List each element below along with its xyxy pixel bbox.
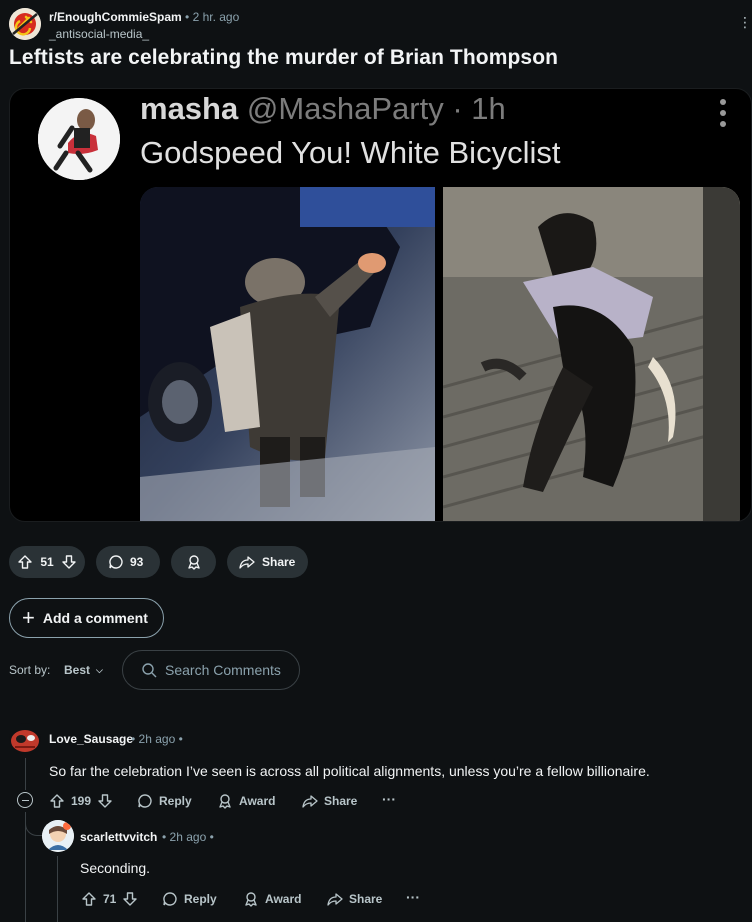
thread-elbow <box>25 812 43 836</box>
reply-label: Reply <box>159 794 192 808</box>
comment-icon <box>163 892 177 906</box>
upvote-icon[interactable] <box>49 793 65 809</box>
tweet-name: masha <box>140 91 239 126</box>
search-icon <box>142 663 157 678</box>
comments-button[interactable]: 93 <box>96 546 160 578</box>
thread-line[interactable] <box>57 856 58 922</box>
share-button[interactable]: Share <box>327 891 382 907</box>
comment-author[interactable]: scarlettvvitch <box>80 830 157 844</box>
tweet-text: Godspeed You! White Bicyclist <box>140 135 561 170</box>
vote-count: 51 <box>40 555 54 569</box>
more-options-icon[interactable]: ··· <box>382 791 396 807</box>
comment-vote-count: 199 <box>71 794 92 808</box>
downvote-icon[interactable] <box>97 793 113 809</box>
post-author[interactable]: _antisocial-media_ <box>49 27 149 41</box>
comment-body: So far the celebration I’ve seen is acro… <box>49 763 650 779</box>
avatar[interactable] <box>9 723 41 755</box>
thread-line[interactable] <box>25 758 26 790</box>
share-label: Share <box>349 892 383 906</box>
award-button[interactable]: Award <box>243 891 301 907</box>
more-options-icon[interactable]: ··· <box>406 889 420 905</box>
chevron-down-icon: ⌵ <box>96 664 103 675</box>
upvote-icon[interactable] <box>81 891 97 907</box>
downvote-icon[interactable] <box>61 554 77 570</box>
post-time: 2 hr. ago <box>192 10 240 24</box>
award-icon <box>245 892 257 907</box>
comment-icon <box>138 794 152 808</box>
collapse-thread-button[interactable] <box>17 792 33 808</box>
overflow-menu-icon[interactable]: ⋮ <box>738 14 752 31</box>
share-button[interactable]: Share <box>302 793 357 809</box>
tweet-avatar <box>38 98 120 180</box>
comment-meta: • 2h ago • <box>162 830 214 844</box>
add-comment-label: Add a comment <box>42 610 148 626</box>
share-icon <box>239 556 255 569</box>
post-meta: r/EnoughCommieSpam • 2 hr. ago <box>49 10 240 24</box>
comment-meta: • 2h ago • <box>131 732 183 746</box>
add-comment-button[interactable]: + Add a comment <box>9 598 164 638</box>
post-title[interactable]: Leftists are celebrating the murder of B… <box>9 46 558 70</box>
share-icon <box>302 795 318 808</box>
surveillance-photo-right <box>443 187 740 521</box>
reply-button[interactable]: Reply <box>162 891 217 907</box>
sort-dropdown[interactable]: Best ⌵ <box>64 663 103 677</box>
award-button[interactable] <box>171 546 216 578</box>
comment-body: Seconding. <box>80 860 151 876</box>
tweet-handle: @MashaParty · 1h <box>246 91 506 126</box>
avatar[interactable] <box>42 820 74 852</box>
comment-author[interactable]: Love_Sausage <box>49 732 133 746</box>
tweet-more-icon <box>716 99 730 132</box>
subreddit-avatar[interactable] <box>9 8 41 40</box>
reply-button[interactable]: Reply <box>137 793 192 809</box>
comment-count: 93 <box>130 555 144 569</box>
share-label: Share <box>262 555 296 569</box>
plus-icon: + <box>22 605 35 630</box>
tweet-user: masha @MashaParty · 1h <box>140 91 506 127</box>
comment-icon <box>109 555 123 569</box>
surveillance-photo-left <box>140 187 435 521</box>
upvote-icon[interactable] <box>17 554 33 570</box>
search-placeholder: Search Comments <box>165 662 281 678</box>
share-label: Share <box>324 794 358 808</box>
sort-label: Sort by: <box>9 663 51 677</box>
award-button[interactable]: Award <box>217 793 275 809</box>
subreddit-link[interactable]: r/EnoughCommieSpam <box>49 10 182 24</box>
reply-label: Reply <box>184 892 217 906</box>
hammer-sickle-icon <box>9 8 41 40</box>
comment-vote: 71 <box>81 891 138 907</box>
comment-vote: 199 <box>49 793 113 809</box>
vote-control: 51 <box>9 546 85 578</box>
award-label: Award <box>265 892 302 906</box>
share-button[interactable]: Share <box>227 546 308 578</box>
share-icon <box>327 893 343 906</box>
downvote-icon[interactable] <box>122 891 138 907</box>
award-label: Award <box>239 794 276 808</box>
comment-vote-count: 71 <box>103 892 117 906</box>
sort-value: Best <box>64 663 91 677</box>
award-icon <box>187 555 200 570</box>
award-icon <box>219 794 231 809</box>
search-comments-input[interactable]: Search Comments <box>122 650 300 690</box>
post-image[interactable]: masha @MashaParty · 1h Godspeed You! Whi… <box>9 88 752 522</box>
